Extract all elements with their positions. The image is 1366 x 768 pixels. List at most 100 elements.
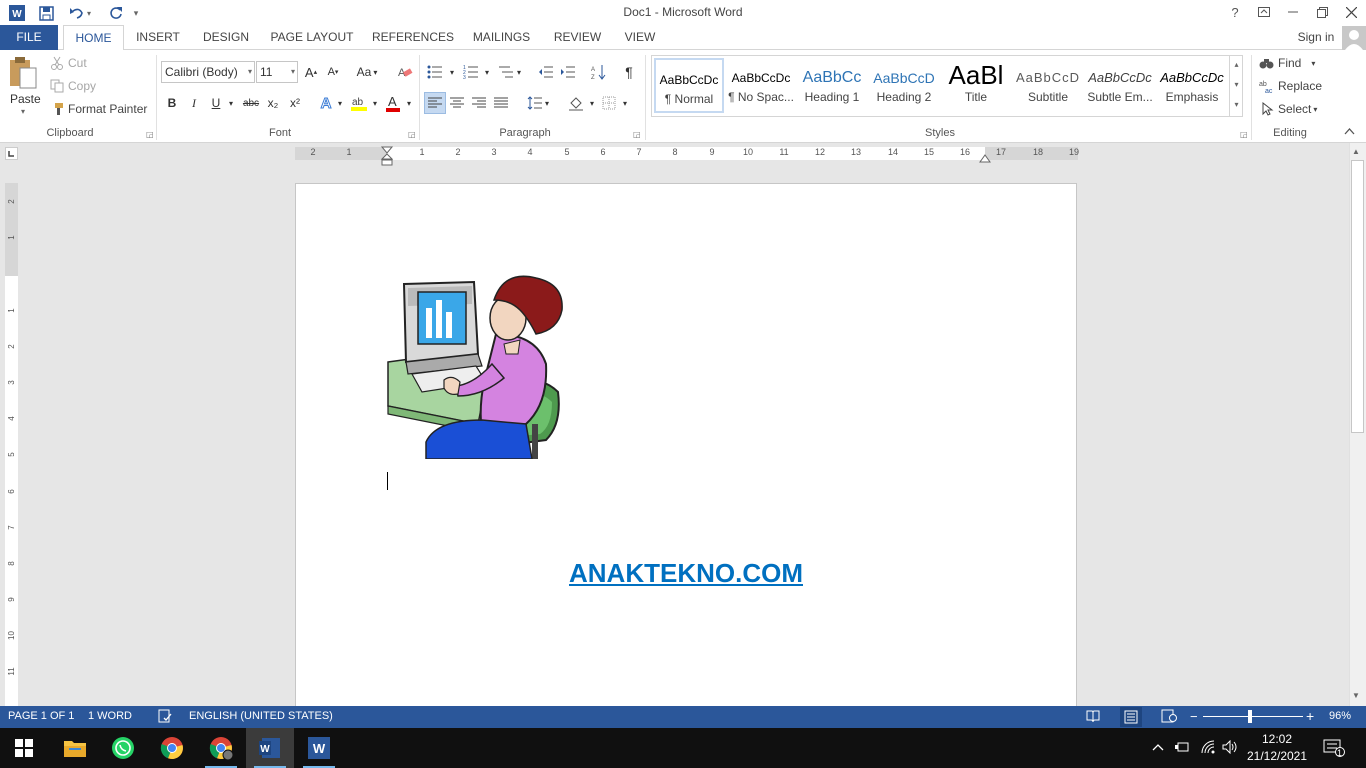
justify-icon[interactable] <box>490 92 512 114</box>
tab-review[interactable]: REVIEW <box>550 25 605 50</box>
help-button[interactable]: ? <box>1220 0 1250 24</box>
word-taskbar-icon[interactable]: W <box>295 728 343 768</box>
proofing-icon[interactable] <box>158 709 172 726</box>
show-hidden-icons-icon[interactable] <box>1152 740 1164 754</box>
read-mode-icon[interactable] <box>1086 709 1100 726</box>
styles-scroll[interactable]: ▴ ▾ ▾ <box>1229 55 1243 117</box>
style-subtitle[interactable]: AaBbCcD Subtitle <box>1013 58 1083 113</box>
align-left-icon[interactable] <box>424 92 446 114</box>
tab-file[interactable]: FILE <box>0 25 58 50</box>
highlight-color-icon[interactable]: ab <box>348 92 370 114</box>
font-size-select[interactable]: 11 ▾ <box>256 61 298 83</box>
battery-icon[interactable] <box>1174 740 1190 757</box>
style-normal[interactable]: AaBbCcDc ¶ Normal <box>654 58 724 113</box>
shading-icon[interactable] <box>565 92 587 114</box>
font-color-icon[interactable]: A <box>382 92 404 114</box>
word-taskbar-active-icon[interactable]: W <box>246 728 294 768</box>
clock-date[interactable]: 21/12/2021 <box>1244 749 1310 763</box>
bullets-icon[interactable] <box>424 61 446 83</box>
volume-icon[interactable] <box>1222 739 1238 757</box>
ribbon-display-options-icon[interactable] <box>1249 0 1279 24</box>
avatar[interactable] <box>1342 26 1366 50</box>
zoom-level[interactable]: 96% <box>1329 710 1351 722</box>
indent-marker-icon[interactable] <box>380 146 394 169</box>
restore-icon[interactable] <box>1307 0 1337 24</box>
chrome-profile-icon[interactable] <box>197 728 245 768</box>
language-status[interactable]: ENGLISH (UNITED STATES) <box>189 710 333 722</box>
clipboard-launcher-icon[interactable]: ◲ <box>146 130 154 139</box>
close-icon[interactable] <box>1336 0 1366 24</box>
vertical-scrollbar[interactable]: ▲ ▼ <box>1349 143 1366 706</box>
style-no-spacing[interactable]: AaBbCcDc ¶ No Spac... <box>726 58 796 113</box>
page-count-status[interactable]: PAGE 1 OF 1 <box>8 710 74 722</box>
right-indent-marker-icon[interactable] <box>979 152 991 166</box>
tab-selector-icon[interactable] <box>5 147 18 160</box>
whatsapp-icon[interactable] <box>99 728 147 768</box>
chevron-down-icon[interactable]: ▾ <box>481 61 493 83</box>
clock-time[interactable]: 12:02 <box>1248 732 1306 746</box>
font-launcher-icon[interactable]: ◲ <box>408 130 416 139</box>
chevron-down-icon[interactable]: ▾ <box>334 92 346 114</box>
chevron-down-icon[interactable]: ▾ <box>446 61 458 83</box>
chevron-down-icon[interactable]: ▾ <box>541 92 553 114</box>
paste-button[interactable]: Paste ▾ <box>8 56 42 116</box>
start-button[interactable] <box>0 728 48 768</box>
clipart-woman-computer-image[interactable] <box>386 274 568 460</box>
hyperlink-text[interactable]: ANAKTEKNO.COM <box>569 558 803 588</box>
tab-references[interactable]: REFERENCES <box>372 25 454 50</box>
italic-button[interactable]: I <box>183 92 205 114</box>
more-styles-icon[interactable]: ▾ <box>1230 95 1243 115</box>
clear-formatting-icon[interactable]: A <box>394 61 416 83</box>
scroll-down-icon[interactable]: ▾ <box>1230 75 1243 95</box>
style-subtle-emphasis[interactable]: AaBbCcDc Subtle Em... <box>1085 58 1155 113</box>
borders-icon[interactable] <box>598 92 620 114</box>
replace-button[interactable]: ab ac Replace <box>1259 79 1322 93</box>
chrome-icon[interactable] <box>148 728 196 768</box>
format-painter-button[interactable]: Format Painter <box>50 102 147 116</box>
styles-launcher-icon[interactable]: ◲ <box>1240 130 1248 139</box>
scroll-up-icon[interactable]: ▴ <box>1230 55 1243 75</box>
chevron-down-icon[interactable]: ▾ <box>513 61 525 83</box>
chevron-down-icon[interactable]: ▾ <box>619 92 631 114</box>
subscript-button[interactable]: x₂ <box>262 92 284 114</box>
shrink-font-icon[interactable]: A ▾ <box>322 61 344 83</box>
style-heading-2[interactable]: AaBbCcD Heading 2 <box>869 58 939 113</box>
style-emphasis[interactable]: AaBbCcDc Emphasis <box>1157 58 1227 113</box>
collapse-ribbon-icon[interactable] <box>1344 126 1355 138</box>
bold-button[interactable]: B <box>161 92 183 114</box>
print-layout-icon[interactable] <box>1120 707 1142 727</box>
numbering-icon[interactable]: 123 <box>460 61 482 83</box>
tab-home[interactable]: HOME <box>63 25 124 51</box>
change-case-button[interactable]: Aa ▾ <box>352 61 382 83</box>
chevron-down-icon[interactable]: ▾ <box>369 92 381 114</box>
sort-icon[interactable]: AZ <box>588 61 610 83</box>
tab-mailings[interactable]: MAILINGS <box>468 25 535 50</box>
decrease-indent-icon[interactable] <box>535 61 557 83</box>
font-name-select[interactable]: Calibri (Body) ▾ <box>161 61 255 83</box>
increase-indent-icon[interactable] <box>557 61 579 83</box>
copy-button[interactable]: Copy <box>50 79 96 93</box>
select-button[interactable]: Select ▾ <box>1262 102 1317 116</box>
paragraph-launcher-icon[interactable]: ◲ <box>633 130 641 139</box>
cut-button[interactable]: Cut <box>50 56 87 70</box>
document-page[interactable]: ANAKTEKNO.COM <box>295 183 1077 706</box>
chevron-down-icon[interactable]: ▾ <box>586 92 598 114</box>
scroll-down-icon[interactable]: ▼ <box>1352 691 1360 700</box>
tab-page-layout[interactable]: PAGE LAYOUT <box>268 25 356 50</box>
minimize-icon[interactable] <box>1278 0 1308 24</box>
show-formatting-button[interactable]: ¶ <box>618 61 640 83</box>
tab-design[interactable]: DESIGN <box>199 25 253 50</box>
strikethrough-button[interactable]: abc <box>240 92 262 114</box>
tab-view[interactable]: VIEW <box>620 25 660 50</box>
word-count-status[interactable]: 1 WORD <box>88 710 132 722</box>
align-center-icon[interactable] <box>446 92 468 114</box>
style-title[interactable]: AaBl Title <box>941 58 1011 113</box>
zoom-in-button[interactable]: + <box>1306 708 1314 724</box>
grow-font-icon[interactable]: A ▴ <box>300 61 322 83</box>
sign-in-link[interactable]: Sign in <box>1294 25 1338 50</box>
superscript-button[interactable]: x² <box>284 92 306 114</box>
tab-insert[interactable]: INSERT <box>132 25 184 50</box>
style-heading-1[interactable]: AaBbCc Heading 1 <box>797 58 867 113</box>
underline-button[interactable]: U <box>205 92 227 114</box>
underline-dropdown-icon[interactable]: ▾ <box>225 92 237 114</box>
